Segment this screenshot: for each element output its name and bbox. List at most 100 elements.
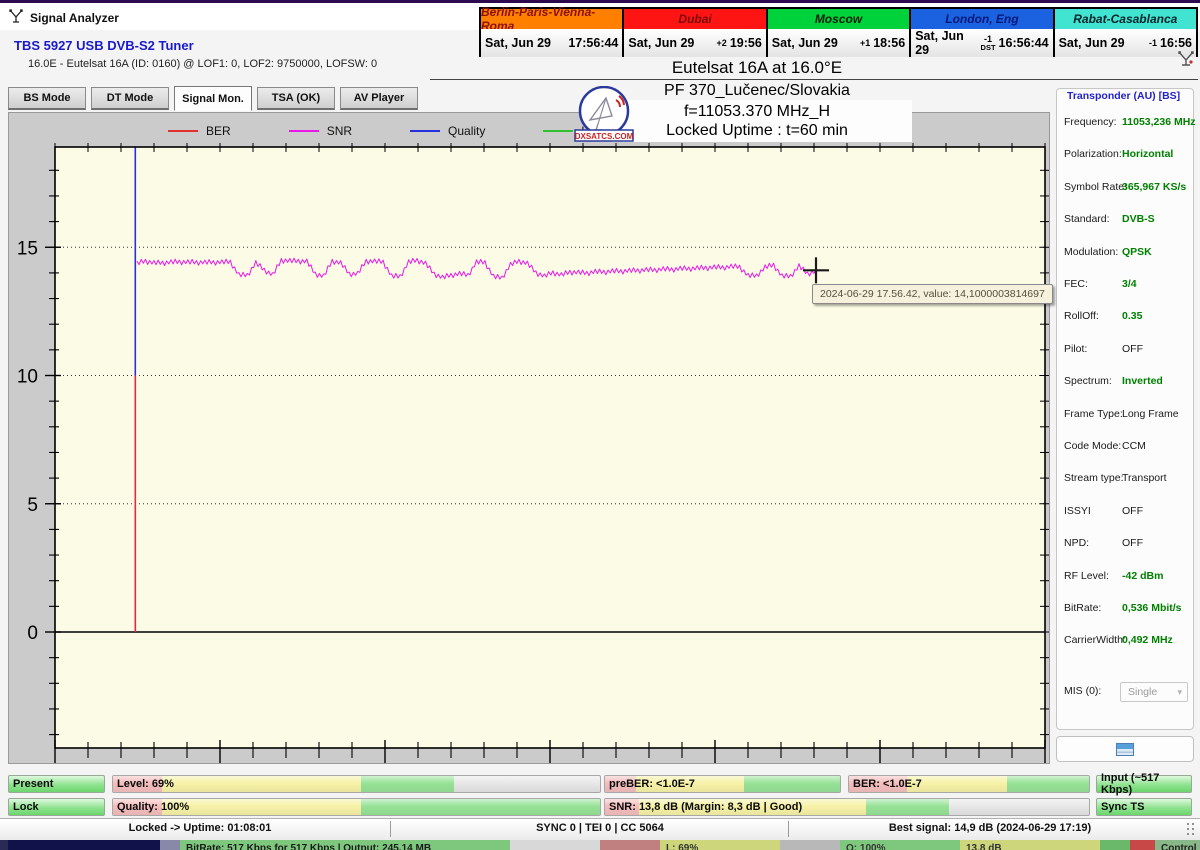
clipped-segment: BitRate: 517 Kbps for 517 Kbps | Output:… xyxy=(180,840,510,850)
mode-tabs: BS Mode DT Mode Signal Mon. TSA (OK) AV Play… xyxy=(8,86,418,111)
tab-dt-mode[interactable]: DT Mode xyxy=(91,87,169,110)
field-value: 11053,236 MHz xyxy=(1122,116,1196,128)
field-label: BitRate: xyxy=(1064,602,1102,614)
mis-value: Single xyxy=(1128,686,1158,698)
bar-label: Level: 69% xyxy=(117,778,174,790)
bar-segment xyxy=(361,776,454,792)
field-label: Stream type: xyxy=(1064,472,1124,485)
legend-swatch xyxy=(288,130,319,132)
clipped-segment: Q: 100% xyxy=(840,840,960,850)
field-label: Code Mode: xyxy=(1064,440,1122,452)
clipped-segment xyxy=(780,840,840,850)
field-label: ISSYI xyxy=(1064,504,1091,517)
clock-column: Dubai Sat, Jun 29 +2 19:56 xyxy=(624,9,766,57)
clock-date: Sat, Jun 29 xyxy=(628,36,695,50)
field-value: 3/4 xyxy=(1122,278,1137,290)
legend-swatch xyxy=(410,130,441,132)
signal-chart-plot[interactable]: 0 5 10 15 xyxy=(8,112,1050,764)
field-value: Inverted xyxy=(1122,375,1163,388)
field-value: OFF xyxy=(1122,342,1143,355)
clock-time: 16:56 xyxy=(1160,36,1192,50)
chart-tooltip: 2024-06-29 17.56.42, value: 14,100000381… xyxy=(812,284,1053,304)
mis-select[interactable]: Single ▾ xyxy=(1120,682,1188,702)
tuner-title: TBS 5927 USB DVB-S2 Tuner xyxy=(14,38,194,53)
satellite-header: Eutelsat 16A at 16.0°E xyxy=(671,58,843,77)
bar-level: Level: 69% xyxy=(112,775,601,793)
clock-date: Sat, Jun 29 xyxy=(485,36,551,50)
field-label: Modulation: xyxy=(1064,245,1119,258)
svg-text:10: 10 xyxy=(17,367,38,388)
clock-column: London, Eng Sat, Jun 29 -1 DST 16:56:44 xyxy=(911,9,1053,57)
mis-label: MIS (0): xyxy=(1064,685,1102,697)
clipped-segment: 13,8 dB xyxy=(960,840,1100,850)
resize-grip-icon[interactable] xyxy=(1186,822,1196,836)
clipped-segment xyxy=(510,840,600,850)
clock-time: 19:56 xyxy=(729,36,762,50)
tab-bs-mode[interactable]: BS Mode xyxy=(8,87,86,110)
bar-label: preBER: <1.0E-7 xyxy=(609,778,695,790)
dxsatcs-logo: DXSATCS.COM xyxy=(574,86,634,142)
field-label: FEC: xyxy=(1064,278,1088,290)
antenna-icon xyxy=(1178,51,1194,66)
field-label: RollOff: xyxy=(1064,310,1099,323)
field-label: Spectrum: xyxy=(1064,375,1112,388)
field-label: Frequency: xyxy=(1064,116,1117,128)
field-value: 0,492 MHz xyxy=(1122,634,1173,647)
clock-time: 17:56:44 xyxy=(568,36,619,50)
clipped-background-window: BitRate: 517 Kbps for 517 Kbps | Output:… xyxy=(0,840,1200,850)
clock-date: Sat, Jun 29 xyxy=(771,36,838,50)
clock-column: Moscow Sat, Jun 29 +1 18:56 xyxy=(767,9,910,57)
field-value: OFF xyxy=(1122,537,1143,550)
tab-signal-mon[interactable]: Signal Mon. xyxy=(174,86,252,111)
export-button[interactable] xyxy=(1056,736,1194,762)
field-value: Horizontal xyxy=(1122,148,1174,161)
statusbar-divider xyxy=(788,821,789,837)
bar-segment xyxy=(361,799,600,815)
field-label: Polarization: xyxy=(1064,148,1122,161)
transponder-panel-title: Transponder (AU) [BS] xyxy=(1064,90,1184,102)
statusbar-divider xyxy=(390,821,391,837)
clock-time-cell: Sat, Jun 29 +2 19:56 xyxy=(624,29,766,57)
clipped-segment xyxy=(8,840,160,850)
world-clocks: Berlin-Paris-Vienna-Roma Sat, Jun 29 17:56… xyxy=(479,5,1198,57)
bar-segment xyxy=(743,776,840,792)
field-value: OFF xyxy=(1122,504,1143,517)
indicator-input: Input (~517 Kbps) xyxy=(1096,772,1192,796)
tab-tsa-ok[interactable]: TSA (OK) xyxy=(257,87,335,110)
clock-offset: -1 DST xyxy=(980,33,996,52)
bar-snr: SNR: 13,8 dB (Margin: 8,3 dB | Good) xyxy=(604,798,1090,816)
bar-segment xyxy=(866,799,949,815)
legend-swatch xyxy=(168,130,198,132)
clock-date: Sat, Jun 29 xyxy=(1058,36,1125,50)
clock-offset: +1 xyxy=(859,38,871,48)
clock-column: Berlin-Paris-Vienna-Roma Sat, Jun 29 17:56… xyxy=(481,5,623,57)
field-label: Pilot: xyxy=(1064,342,1088,355)
indicator-lock: Lock xyxy=(8,798,105,816)
clock-time: 18:56 xyxy=(873,36,906,50)
field-value: 365,967 KS/s xyxy=(1122,180,1187,193)
clipped-segment xyxy=(1100,840,1130,850)
site-header: PF 370_Lučenec/Slovakia xyxy=(664,82,850,99)
uptime-header: Locked Uptime : t=60 min xyxy=(666,122,848,139)
bar-label: BER: <1.0E-7 xyxy=(853,778,922,790)
clock-time-cell: Sat, Jun 29 -1 DST 16:56:44 xyxy=(911,29,1053,57)
bar-label: SNR: 13,8 dB (Margin: 8,3 dB | Good) xyxy=(609,801,803,813)
bar-preber: preBER: <1.0E-7 xyxy=(604,775,841,793)
bar-ber: BER: <1.0E-7 xyxy=(848,775,1090,793)
field-label: CarrierWidth: xyxy=(1064,634,1126,647)
field-value: Long Frame xyxy=(1122,407,1179,420)
clock-date: Sat, Jun 29 xyxy=(915,29,964,57)
status-best-signal: Best signal: 14,9 dB (2024-06-29 17:19) xyxy=(888,822,1092,834)
clock-time-cell: Sat, Jun 29 17:56:44 xyxy=(481,29,623,57)
app-title: Signal Analyzer xyxy=(30,11,119,25)
clock-time-cell: Sat, Jun 29 -1 16:56 xyxy=(1054,29,1196,57)
tab-av-player[interactable]: AV Player xyxy=(340,87,418,110)
field-value: -42 dBm xyxy=(1122,569,1164,582)
legend-item: BER xyxy=(168,124,231,138)
legend-item: SNR xyxy=(288,124,352,138)
indicator-present: Present xyxy=(8,775,105,793)
tuner-details: 16.0E - Eutelsat 16A (ID: 0160) @ LOF1: … xyxy=(28,58,378,70)
svg-text:0: 0 xyxy=(27,623,38,644)
clipped-segment: L: 69% xyxy=(660,840,780,850)
chevron-down-icon: ▾ xyxy=(1177,686,1182,697)
